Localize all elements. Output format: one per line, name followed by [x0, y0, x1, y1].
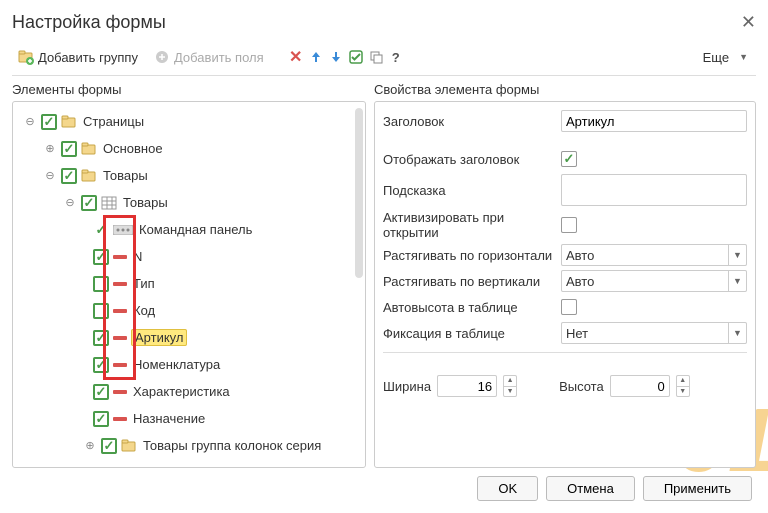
check-all-icon[interactable] — [348, 49, 364, 65]
add-group-button[interactable]: Добавить группу — [12, 47, 144, 67]
header-input[interactable] — [561, 110, 747, 132]
help-icon[interactable]: ? — [388, 49, 404, 65]
tree-row-goods[interactable]: ⊖ Товары — [15, 162, 363, 189]
chevron-down-icon[interactable]: ▼ — [728, 323, 746, 343]
tree-row-characteristic[interactable]: Характеристика — [15, 378, 363, 405]
autoheight-checkbox[interactable] — [561, 299, 577, 315]
more-button[interactable]: Еще ▼ — [695, 48, 756, 67]
ok-button[interactable]: OK — [477, 476, 538, 501]
prop-stretch-v-label: Растягивать по вертикали — [383, 274, 561, 289]
window-title: Настройка формы — [12, 12, 166, 33]
add-fields-button[interactable]: Добавить поля — [148, 47, 270, 67]
prop-header-label: Заголовок — [383, 114, 561, 129]
prop-fixation-label: Фиксация в таблице — [383, 326, 561, 341]
chevron-down-icon[interactable]: ▼ — [728, 271, 746, 291]
tree-row-cmd-panel[interactable]: Командная панель — [15, 216, 363, 243]
checkbox[interactable] — [93, 276, 109, 292]
divider — [383, 352, 747, 353]
folder-plus-icon — [18, 49, 34, 65]
height-input[interactable] — [610, 375, 670, 397]
form-elements-tree[interactable]: ⊖ Страницы ⊕ Основное ⊖ — [13, 102, 365, 467]
height-label: Высота — [559, 379, 604, 394]
folder-icon — [81, 142, 97, 156]
tree-row-type[interactable]: Тип — [15, 270, 363, 297]
tree-row-code[interactable]: Код — [15, 297, 363, 324]
prop-show-header-label: Отображать заголовок — [383, 152, 561, 167]
delete-icon[interactable]: ✕ — [288, 49, 304, 65]
expander-icon[interactable]: ⊕ — [43, 142, 57, 156]
plus-circle-icon — [154, 49, 170, 65]
cancel-button[interactable]: Отмена — [546, 476, 635, 501]
checkbox[interactable] — [101, 438, 117, 454]
width-label: Ширина — [383, 379, 431, 394]
checkbox[interactable] — [93, 303, 109, 319]
checkbox[interactable] — [93, 249, 109, 265]
expander-icon[interactable]: ⊖ — [43, 169, 57, 183]
folder-icon — [61, 115, 77, 129]
close-icon[interactable]: ✕ — [741, 12, 756, 33]
field-icon — [113, 417, 127, 421]
stretch-h-select[interactable]: Авто ▼ — [561, 244, 747, 266]
stretch-v-select[interactable]: Авто ▼ — [561, 270, 747, 292]
prop-stretch-h-label: Растягивать по горизонтали — [383, 248, 561, 263]
fixation-select[interactable]: Нет ▼ — [561, 322, 747, 344]
checkbox[interactable] — [93, 330, 109, 346]
width-spinner[interactable]: ▲▼ — [503, 375, 517, 397]
chevron-down-icon: ▼ — [739, 52, 748, 62]
copy-icon[interactable] — [368, 49, 384, 65]
tree-row-pages[interactable]: ⊖ Страницы — [15, 108, 363, 135]
checkbox[interactable] — [93, 357, 109, 373]
tree-row-n[interactable]: N — [15, 243, 363, 270]
checkbox[interactable] — [61, 141, 77, 157]
prop-autoheight-label: Автовысота в таблице — [383, 300, 561, 315]
tree-row-goods-table[interactable]: ⊖ Товары — [15, 189, 363, 216]
table-icon — [101, 196, 117, 210]
tree-row-article[interactable]: Артикул — [15, 324, 363, 351]
prop-hint-label: Подсказка — [383, 183, 561, 198]
expander-icon[interactable]: ⊕ — [83, 439, 97, 453]
chevron-down-icon[interactable]: ▼ — [728, 245, 746, 265]
hint-input[interactable] — [561, 174, 747, 206]
move-down-icon[interactable] — [328, 49, 344, 65]
field-icon — [113, 255, 127, 259]
tree-row-goods-group[interactable]: ⊕ Товары группа колонок серия — [15, 432, 363, 459]
apply-button[interactable]: Применить — [643, 476, 752, 501]
tree-row-nomenclature[interactable]: Номенклатура — [15, 351, 363, 378]
move-up-icon[interactable] — [308, 49, 324, 65]
checkbox[interactable] — [41, 114, 57, 130]
folder-icon — [121, 439, 137, 453]
left-panel-title: Элементы формы — [12, 80, 366, 101]
field-icon — [113, 336, 127, 340]
show-header-checkbox[interactable] — [561, 151, 577, 167]
scrollbar[interactable] — [355, 108, 363, 278]
tree-row-purpose[interactable]: Назначение — [15, 405, 363, 432]
field-icon — [113, 390, 127, 394]
folder-icon — [81, 169, 97, 183]
field-icon — [113, 309, 127, 313]
checkbox[interactable] — [81, 195, 97, 211]
expander-icon[interactable]: ⊖ — [23, 115, 37, 129]
prop-activate-label: Активизировать при открытии — [383, 210, 561, 240]
right-panel-title: Свойства элемента формы — [374, 80, 756, 101]
activate-checkbox[interactable] — [561, 217, 577, 233]
checkbox[interactable] — [93, 222, 109, 238]
height-spinner[interactable]: ▲▼ — [676, 375, 690, 397]
command-panel-icon — [113, 225, 133, 235]
checkbox[interactable] — [61, 168, 77, 184]
field-icon — [113, 282, 127, 286]
expander-icon[interactable]: ⊖ — [63, 196, 77, 210]
checkbox[interactable] — [93, 411, 109, 427]
field-icon — [113, 363, 127, 367]
checkbox[interactable] — [93, 384, 109, 400]
width-input[interactable] — [437, 375, 497, 397]
tree-row-main[interactable]: ⊕ Основное — [15, 135, 363, 162]
